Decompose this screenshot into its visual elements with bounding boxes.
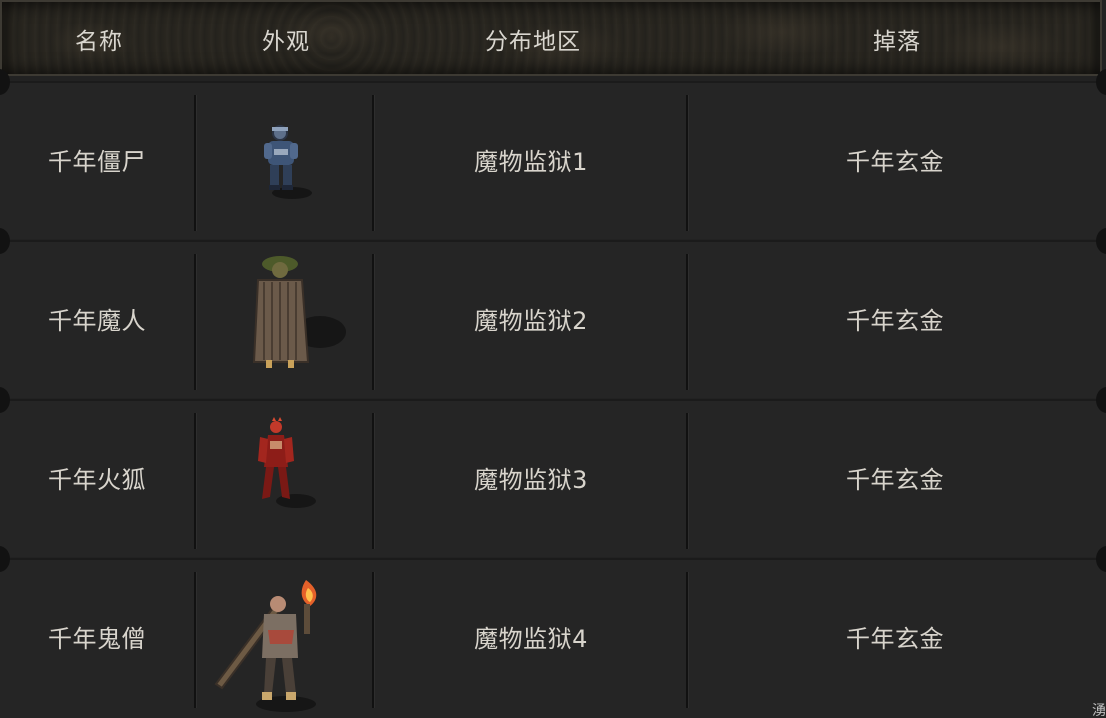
demon-icon	[240, 252, 360, 386]
ghost-monk-icon	[206, 574, 336, 718]
table-header: 名称 外观 分布地区 掉落	[0, 0, 1102, 76]
column-divider	[194, 95, 196, 231]
monster-drop: 千年玄金	[846, 148, 944, 176]
fire-fox-icon	[246, 417, 326, 516]
header-name: 名称	[75, 29, 123, 55]
column-divider	[194, 413, 196, 549]
corner-glyph: 湧	[1092, 703, 1106, 718]
table-row: 千年魔人 魔物监狱2 千年玄金	[0, 228, 1106, 398]
monster-area: 魔物监狱4	[474, 625, 588, 653]
monster-drop: 千年玄金	[846, 466, 944, 494]
table-row: 千年鬼僧 魔物监狱4 千年玄金	[0, 546, 1106, 718]
header-appearance: 外观	[262, 29, 310, 55]
monster-area: 魔物监狱2	[474, 307, 588, 335]
monster-drop: 千年玄金	[846, 625, 944, 653]
monster-name: 千年火狐	[48, 466, 146, 494]
monster-drop: 千年玄金	[846, 307, 944, 335]
monster-name: 千年僵尸	[48, 148, 146, 176]
table-row: 千年火狐 魔物监狱3 千年玄金	[0, 387, 1106, 557]
zombie-icon	[250, 121, 320, 205]
table-row: 千年僵尸 魔物监狱1 千年玄金	[0, 69, 1106, 239]
monster-area: 魔物监狱1	[474, 148, 588, 176]
monster-name: 千年魔人	[48, 307, 146, 335]
header-area: 分布地区	[485, 29, 581, 55]
monster-area: 魔物监狱3	[474, 466, 588, 494]
header-drop: 掉落	[873, 29, 921, 55]
monster-name: 千年鬼僧	[48, 625, 146, 653]
monster-table: 名称 外观 分布地区 掉落 千年僵尸 魔物监狱1 千年玄金 千年魔人 魔物监狱2…	[0, 0, 1106, 718]
column-divider	[194, 254, 196, 390]
column-divider	[194, 572, 196, 708]
